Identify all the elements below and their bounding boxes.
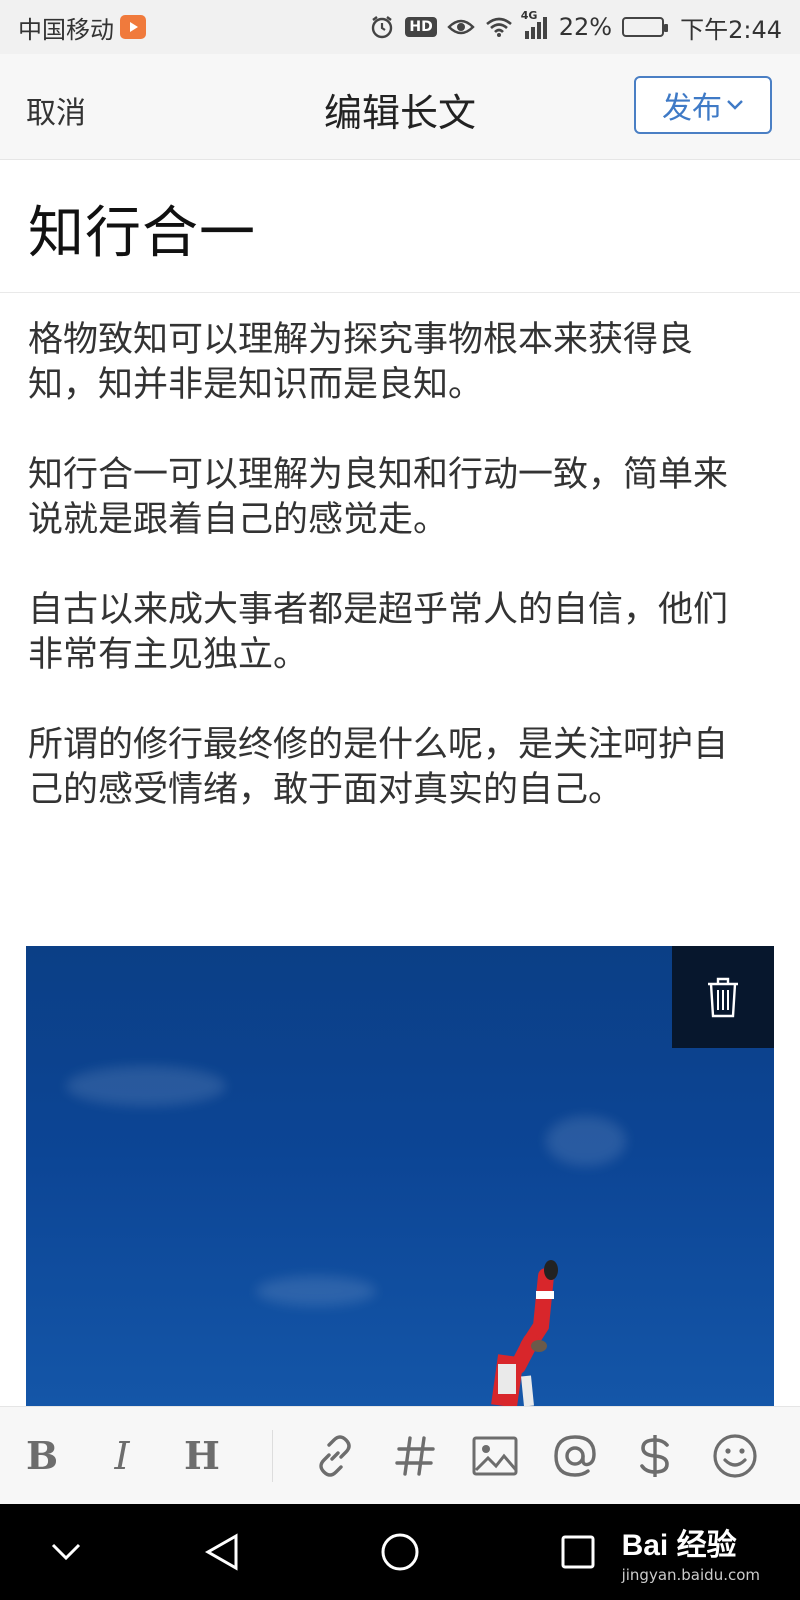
toolbar-divider [272,1429,273,1482]
signal-icon: 4G [521,9,549,39]
bold-icon: B [25,1433,59,1478]
dollar-icon [640,1434,669,1477]
editor-header: 取消 编辑长文 发布 [0,54,800,160]
status-icons: HD 4G 22% 下午2:44 [369,9,782,45]
image-button[interactable] [455,1416,535,1496]
battery-icon [622,17,669,37]
topic-button[interactable] [375,1416,455,1496]
paragraph[interactable]: 格物致知可以理解为探究事物根本来获得良知，知并非是知识而是良知。 [28,318,758,408]
home-button[interactable] [374,1526,426,1578]
clock: 下午2:44 [680,15,782,44]
hashtag-icon [395,1435,435,1476]
article-body-editor[interactable]: 格物致知可以理解为探究事物根本来获得良知，知并非是知识而是良知。 知行合一可以理… [28,318,758,858]
trash-icon [708,977,738,1018]
emoji-button[interactable] [695,1416,775,1496]
italic-button[interactable]: I [82,1416,162,1496]
hide-keyboard-button[interactable] [40,1526,92,1578]
network-type: 4G [520,9,538,22]
link-button[interactable] [295,1416,375,1496]
bold-button[interactable]: B [2,1416,82,1496]
delete-image-button[interactable] [672,946,774,1048]
recents-square-icon [561,1535,595,1569]
title-divider [0,292,800,293]
italic-icon: I [114,1433,130,1478]
recents-button[interactable] [552,1526,604,1578]
carrier-group: 中国移动 [18,10,146,45]
alarm-icon [369,14,395,40]
cancel-button[interactable]: 取消 [26,88,86,132]
video-app-icon [120,15,146,39]
jumping-person-illustration [491,1260,558,1406]
reward-button[interactable] [615,1416,695,1496]
publish-button[interactable]: 发布 [634,76,772,134]
smiley-icon [713,1433,757,1478]
back-triangle-icon [204,1533,238,1571]
paragraph[interactable]: 知行合一可以理解为良知和行动一致，简单来说就是跟着自己的感觉走。 [28,453,758,543]
wifi-icon [485,16,513,38]
back-button[interactable] [196,1526,248,1578]
status-bar: 中国移动 HD 4G 22% 下午2:44 [0,0,800,54]
battery-percent: 22% [558,13,613,41]
image-icon [472,1436,518,1475]
format-toolbar: B I H [0,1406,800,1504]
paragraph[interactable]: 所谓的修行最终修的是什么呢，是关注呵护自己的感受情绪，敢于面对真实的自己。 [28,723,758,813]
link-icon [319,1434,351,1477]
screen: 中国移动 HD 4G 22% 下午2:44 取消 编辑长文 发布 知行合一 格物… [0,0,800,1600]
heading-icon: H [184,1433,220,1478]
baidu-jingyan-watermark: Bai 经验 jingyan.baidu.com [622,1520,760,1584]
chevron-down-icon [51,1543,81,1561]
mention-button[interactable] [535,1416,615,1496]
home-circle-icon [381,1533,419,1571]
article-title-input[interactable]: 知行合一 [28,188,256,269]
carrier-name: 中国移动 [18,15,114,44]
chevron-down-icon [727,100,743,110]
watermark-url: jingyan.baidu.com [621,1566,760,1584]
inserted-image[interactable] [26,946,774,1406]
heading-button[interactable]: H [162,1416,242,1496]
navigation-bar: Bai 经验 jingyan.baidu.com [0,1504,800,1600]
at-icon [554,1434,596,1477]
eye-icon [447,17,475,37]
hd-badge: HD [405,17,437,37]
watermark-logo: Bai 经验 [621,1529,737,1562]
paragraph[interactable]: 自古以来成大事者都是超乎常人的自信，他们非常有主见独立。 [28,588,758,678]
publish-label: 发布 [662,91,722,126]
